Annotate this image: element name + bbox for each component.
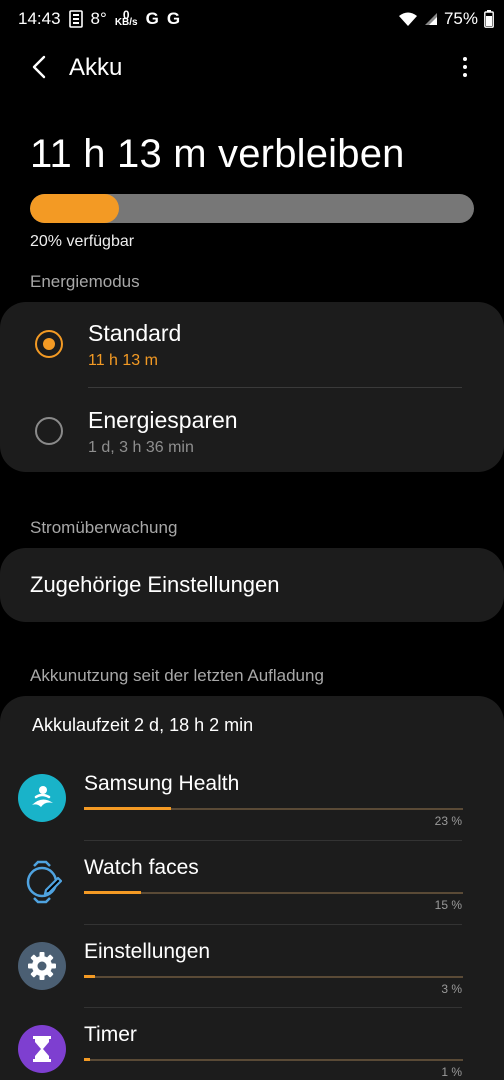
more-options-button[interactable] <box>448 50 482 84</box>
hourglass-icon <box>18 1025 66 1073</box>
mode-subtitle: 1 d, 3 h 36 min <box>88 439 194 456</box>
signal-icon <box>424 12 438 26</box>
page-title: Akku <box>69 54 123 81</box>
mode-option-energiesparen[interactable]: Energiesparen 1 d, 3 h 36 min <box>0 388 504 474</box>
remaining-time: 11 h 13 m verbleiben <box>30 132 405 176</box>
app-name: Einstellungen <box>84 940 211 963</box>
battery-level-fill <box>30 194 119 223</box>
usage-section-label: Akkunutzung seit der letzten Aufladung <box>30 666 324 685</box>
usage-bar-fill <box>84 1058 90 1061</box>
status-time: 14:43 <box>18 9 61 28</box>
settings-gear-icon <box>18 942 66 990</box>
usage-bar-fill <box>84 975 96 978</box>
radio-unselected-icon[interactable] <box>35 417 63 445</box>
app-name: Timer <box>84 1023 137 1046</box>
back-button[interactable] <box>22 50 56 84</box>
power-monitoring-label: Stromüberwachung <box>30 518 178 537</box>
mode-subtitle: 11 h 13 m <box>88 352 158 369</box>
usage-percent: 3 % <box>441 982 462 996</box>
divider <box>84 840 462 841</box>
google-g-icon: G <box>145 9 159 28</box>
back-arrow-icon <box>32 55 46 79</box>
app-name: Samsung Health <box>84 772 240 795</box>
eink-notification-icon <box>68 10 83 28</box>
more-vert-icon <box>463 57 467 61</box>
status-bar: 14:43 8° 0 KB/s G G 75% <box>0 0 504 38</box>
mode-title: Standard <box>88 320 182 346</box>
app-usage-row[interactable]: Watch faces 15 % <box>0 854 504 934</box>
usage-bar <box>84 807 463 810</box>
usage-percent: 23 % <box>434 814 462 828</box>
energy-mode-card: Standard 11 h 13 m Energiesparen 1 d, 3 … <box>0 302 504 472</box>
mode-option-standard[interactable]: Standard 11 h 13 m <box>0 302 504 388</box>
usage-bar <box>84 1058 463 1061</box>
usage-bar <box>84 891 463 894</box>
battery-available: 20% verfügbar <box>30 233 135 250</box>
samsung-health-icon <box>18 774 66 822</box>
battery-icon <box>484 10 494 28</box>
app-usage-row[interactable]: Timer 1 % <box>0 1021 504 1080</box>
status-temperature: 8° <box>90 9 107 28</box>
wifi-icon <box>398 11 418 27</box>
app-usage-row[interactable]: Samsung Health 23 % <box>0 770 504 850</box>
radio-selected-icon[interactable] <box>35 330 63 358</box>
energy-mode-label: Energiemodus <box>30 272 140 291</box>
app-usage-row[interactable]: Einstellungen 3 % <box>0 938 504 1018</box>
related-settings-link[interactable]: Zugehörige Einstellungen <box>30 572 280 598</box>
battery-uptime: Akkulaufzeit 2 d, 18 h 2 min <box>32 715 254 735</box>
battery-percentage: 75% <box>443 9 478 28</box>
watch-faces-icon <box>18 858 66 906</box>
netspeed-indicator: 0 KB/s <box>114 8 138 28</box>
app-name: Watch faces <box>84 856 199 879</box>
divider <box>84 924 462 925</box>
google-g-icon: G <box>166 9 181 28</box>
usage-bar-fill <box>84 807 172 810</box>
usage-bar <box>84 975 463 978</box>
usage-bar-fill <box>84 891 141 894</box>
divider <box>84 1007 462 1008</box>
usage-percent: 1 % <box>441 1065 462 1079</box>
mode-title: Energiesparen <box>88 407 238 433</box>
app-bar: Akku <box>0 44 504 90</box>
battery-level-bar <box>30 194 474 223</box>
usage-percent: 15 % <box>434 898 462 912</box>
